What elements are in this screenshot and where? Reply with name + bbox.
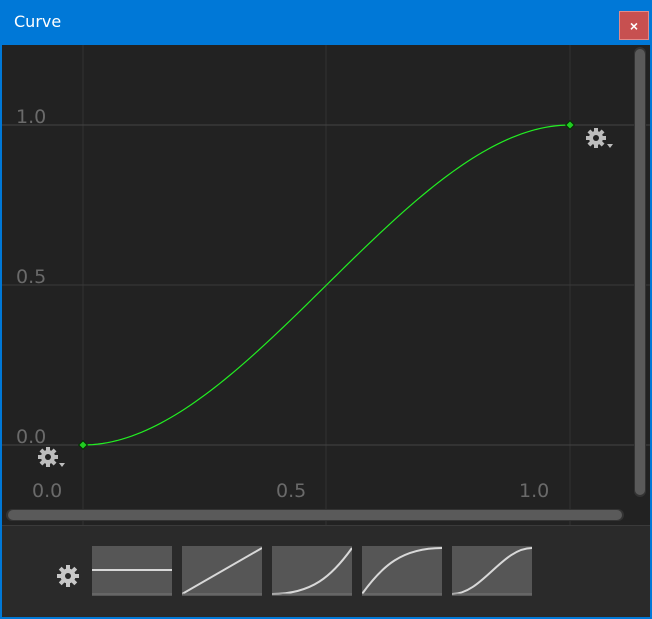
keyframe-end[interactable] [565, 120, 575, 130]
y-tick-label: 1.0 [16, 106, 46, 128]
preset-ease-out-thumb [361, 547, 443, 595]
x-tick-label: 1.0 [519, 480, 549, 502]
preset-ease-in-out[interactable] [451, 546, 533, 596]
close-icon: × [629, 17, 639, 34]
close-button[interactable]: × [619, 11, 649, 40]
preset-linear[interactable] [181, 546, 263, 596]
preset-ease-in-thumb [271, 547, 353, 595]
settings-gear-icon[interactable] [56, 564, 80, 588]
preset-linear-thumb [181, 547, 263, 595]
horizontal-scrollbar[interactable] [6, 509, 624, 521]
curve-editor[interactable]: 1.0 0.5 0.0 0.0 0.5 1.0 [2, 45, 650, 525]
preset-constant-thumb [92, 569, 172, 595]
window-title: Curve [14, 12, 62, 31]
window-client-area: 1.0 0.5 0.0 0.0 0.5 1.0 [2, 45, 650, 617]
preset-constant[interactable] [92, 546, 172, 596]
preset-ease-in[interactable] [271, 546, 353, 596]
curve-window: Curve × 1.0 0.5 0.0 0.0 0.5 1.0 [0, 0, 652, 619]
preset-ease-in-out-thumb [451, 547, 533, 595]
curve-plot[interactable]: 1.0 0.5 0.0 0.0 0.5 1.0 [2, 45, 650, 525]
vertical-scrollbar[interactable] [634, 47, 646, 497]
x-tick-label: 0.5 [276, 480, 306, 502]
title-bar[interactable]: Curve × [0, 0, 652, 45]
y-tick-label: 0.5 [16, 266, 46, 288]
x-tick-label: 0.0 [32, 480, 62, 502]
keyframe-start-gear-icon[interactable] [38, 447, 65, 467]
preset-ease-out[interactable] [361, 546, 443, 596]
keyframe-end-gear-icon[interactable] [586, 128, 613, 148]
y-tick-label: 0.0 [16, 426, 46, 448]
keyframe-start[interactable] [78, 440, 88, 450]
